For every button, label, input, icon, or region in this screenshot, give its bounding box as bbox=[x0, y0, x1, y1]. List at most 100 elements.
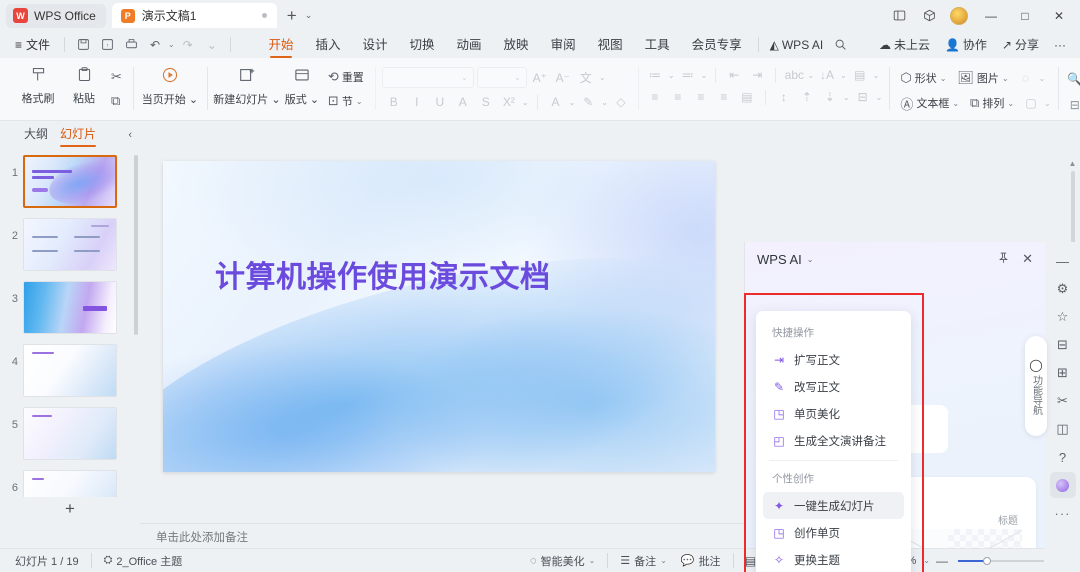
smart-beautify-button[interactable]: ◌ 智能美化 ⌄ bbox=[523, 553, 602, 569]
tab-slideshow[interactable]: 放映 bbox=[493, 32, 540, 57]
more-rail-icon[interactable]: ··· bbox=[1050, 500, 1076, 526]
tab-review[interactable]: 审阅 bbox=[540, 32, 587, 57]
font-color-button[interactable]: A bbox=[546, 92, 566, 112]
clear-formatting-button[interactable]: ◇ bbox=[611, 92, 631, 112]
slide-title-text[interactable]: 计算机操作使用演示文档 bbox=[215, 257, 635, 299]
menu-item-rewrite-text[interactable]: ✎ 改写正文 bbox=[763, 373, 904, 400]
chevron-down-icon[interactable]: ⌄ bbox=[1039, 74, 1046, 83]
highlight-button[interactable]: ✎ bbox=[578, 92, 598, 112]
bold-button[interactable]: B bbox=[384, 92, 404, 112]
tab-member[interactable]: 会员专享 bbox=[681, 32, 753, 57]
slide-thumbnail-4[interactable]: 4 bbox=[4, 344, 132, 397]
feature-navigation-flyout[interactable]: ◯ 功能导航 bbox=[1025, 336, 1047, 436]
menu-item-beautify-page[interactable]: ◳ 单页美化 bbox=[763, 400, 904, 427]
favorites-rail-icon[interactable]: ☆ bbox=[1050, 304, 1076, 330]
ai-rail-icon[interactable] bbox=[1049, 472, 1076, 498]
print-icon[interactable] bbox=[120, 35, 142, 55]
shape-fill-button[interactable]: ◌ bbox=[1016, 68, 1036, 88]
copy-button[interactable]: ⧉ bbox=[107, 91, 124, 111]
pin-icon[interactable] bbox=[997, 251, 1010, 267]
sort-button[interactable]: ↓A bbox=[817, 65, 837, 85]
find-replace-button[interactable]: 🔍 bbox=[1065, 69, 1080, 89]
underline-button[interactable]: U bbox=[430, 92, 450, 112]
sidebar-toggle-icon[interactable] bbox=[884, 2, 914, 30]
wps-office-home-button[interactable]: W WPS Office bbox=[6, 3, 106, 28]
collaborate-button[interactable]: 👤 协作 bbox=[939, 36, 993, 53]
tab-slides[interactable]: 幻灯片 bbox=[60, 125, 97, 147]
theme-button[interactable]: ⛭ 2_Office 主题 bbox=[97, 553, 190, 569]
maximize-button[interactable]: □ bbox=[1008, 0, 1042, 31]
line-spacing-button[interactable]: ↕ bbox=[774, 87, 794, 107]
menu-item-generate-slides[interactable]: ✦ 一键生成幻灯片 bbox=[763, 492, 904, 519]
align-left-button[interactable]: ≡ bbox=[645, 87, 665, 107]
tab-view[interactable]: 视图 bbox=[587, 32, 634, 57]
settings-rail-icon[interactable]: ⚙ bbox=[1050, 276, 1076, 302]
italic-button[interactable]: I bbox=[407, 92, 427, 112]
minimize-button[interactable]: — bbox=[974, 0, 1008, 31]
picture-button[interactable]: 🖼 图片 ⌄ bbox=[953, 68, 1012, 88]
document-tab[interactable]: P 演示文稿1 bbox=[111, 3, 277, 28]
chevron-down-icon[interactable]: ⌄ bbox=[522, 98, 529, 107]
wps-ai-button[interactable]: ◭ WPS AI bbox=[764, 38, 830, 52]
decrease-indent-button[interactable]: ⇤ bbox=[724, 65, 744, 85]
arrange-button[interactable]: ⧉ 排列 ⌄ bbox=[966, 93, 1018, 113]
bullets-button[interactable]: ≔ bbox=[645, 65, 665, 85]
chevron-down-icon[interactable]: ⌄ bbox=[1044, 99, 1051, 108]
tab-transition[interactable]: 切换 bbox=[399, 32, 446, 57]
tab-design[interactable]: 设计 bbox=[352, 32, 399, 57]
slide-thumbnail-6[interactable]: 6 bbox=[4, 470, 132, 497]
columns-button[interactable]: ▤ bbox=[850, 65, 870, 85]
chart-rail-icon[interactable]: ⊞ bbox=[1050, 360, 1076, 386]
notes-toggle-button[interactable]: ☰ 备注 ⌄ bbox=[613, 553, 674, 569]
slide-thumbnail-1[interactable]: 1 bbox=[4, 155, 132, 208]
tab-list-caret-icon[interactable]: ⌄ bbox=[305, 10, 313, 21]
font-family-select[interactable]: ⌄ bbox=[381, 67, 474, 88]
collapse-panel-icon[interactable]: ‹ bbox=[128, 129, 132, 141]
textbox-button[interactable]: Ⓐ 文本框 ⌄ bbox=[896, 92, 963, 115]
chevron-down-icon[interactable]: ⌄ bbox=[807, 71, 814, 80]
increase-indent-button[interactable]: ⇥ bbox=[747, 65, 767, 85]
align-center-button[interactable]: ≡ bbox=[668, 87, 688, 107]
shrink-font-icon[interactable]: A⁻ bbox=[553, 68, 573, 88]
tab-start[interactable]: 开始 bbox=[257, 32, 304, 57]
box-icon[interactable] bbox=[914, 2, 944, 30]
more-options-button[interactable]: ··· bbox=[1048, 38, 1072, 52]
slide-thumbnail-5[interactable]: 5 bbox=[4, 407, 132, 460]
chevron-down-icon[interactable]: ⌄ bbox=[668, 71, 675, 80]
avatar[interactable] bbox=[944, 2, 974, 30]
paste-button[interactable]: 粘贴 bbox=[61, 61, 107, 106]
ai-panel-caret-icon[interactable]: ⌄ bbox=[807, 255, 814, 264]
save-as-icon[interactable]: ↑ bbox=[96, 35, 118, 55]
reset-button[interactable]: ⟲ 重置 bbox=[324, 67, 368, 87]
vertical-align-button[interactable]: ⊟ bbox=[853, 87, 873, 107]
select-objects-button[interactable]: ⊟ bbox=[1065, 95, 1080, 115]
clear-format-icon[interactable]: 文 bbox=[576, 68, 596, 88]
menu-item-change-theme[interactable]: ✧ 更换主题 bbox=[763, 546, 904, 572]
slide-thumbnail-3[interactable]: 3 bbox=[4, 281, 132, 334]
resource-rail-icon[interactable]: ⊟ bbox=[1050, 332, 1076, 358]
close-ai-panel-icon[interactable]: ✕ bbox=[1022, 251, 1033, 267]
tab-insert[interactable]: 插入 bbox=[304, 32, 351, 57]
redo-icon[interactable]: ↷ bbox=[177, 35, 199, 55]
slide-panel-scrollbar[interactable] bbox=[134, 155, 138, 335]
slide-thumbnail-2[interactable]: 2 bbox=[4, 218, 132, 271]
tab-animation[interactable]: 动画 bbox=[446, 32, 493, 57]
start-from-current-button[interactable]: 当页开始 ⌄ bbox=[140, 61, 200, 107]
chevron-down-icon[interactable]: ⌄ bbox=[701, 71, 708, 80]
undo-caret-icon[interactable]: ⌄ bbox=[168, 40, 175, 49]
add-slide-button[interactable]: + bbox=[0, 499, 140, 519]
zoom-slider[interactable] bbox=[958, 556, 1044, 565]
help-rail-icon[interactable]: ? bbox=[1050, 444, 1076, 470]
menu-item-expand-text[interactable]: ⇥ 扩写正文 bbox=[763, 346, 904, 373]
layout-button[interactable]: 版式 ⌄ bbox=[280, 61, 324, 107]
template-rail-icon[interactable]: ◫ bbox=[1050, 416, 1076, 442]
menu-item-generate-notes[interactable]: ◰ 生成全文演讲备注 bbox=[763, 427, 904, 454]
ai-quick-action-menu[interactable]: 快捷操作 ⇥ 扩写正文 ✎ 改写正文 ◳ 单页美化 ◰ 生成全文演讲备注 个性创… bbox=[756, 311, 911, 572]
chevron-down-icon[interactable]: ⌄ bbox=[840, 71, 847, 80]
close-button[interactable]: ✕ bbox=[1042, 0, 1076, 31]
chevron-down-icon[interactable]: ⌄ bbox=[843, 93, 850, 102]
text-direction-button[interactable]: abc bbox=[784, 65, 804, 85]
menu-item-create-page[interactable]: ◳ 创作单页 bbox=[763, 519, 904, 546]
undo-icon[interactable]: ↶ bbox=[144, 35, 166, 55]
new-tab-button[interactable]: + bbox=[287, 7, 297, 24]
